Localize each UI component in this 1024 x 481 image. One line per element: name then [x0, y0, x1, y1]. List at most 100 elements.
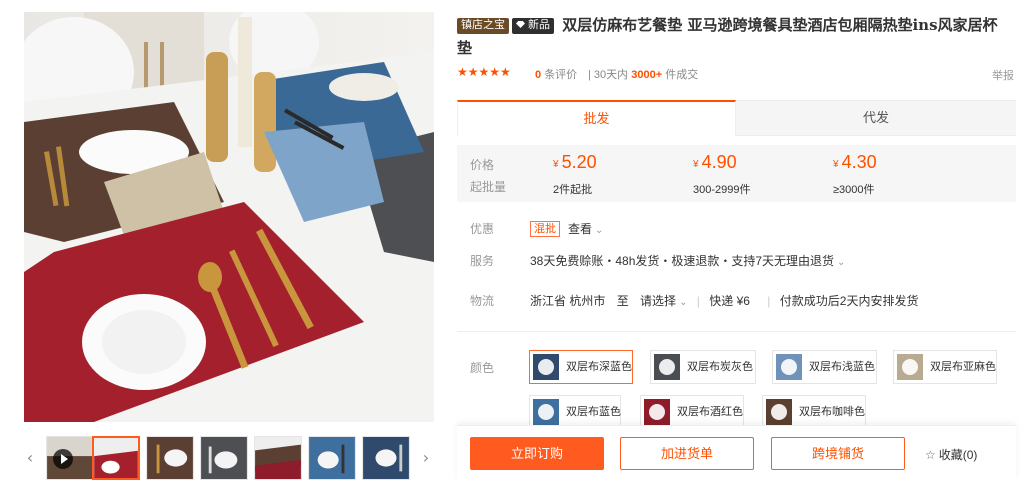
logistics-row: 物流 浙江省 杭州市 至 请选择 ⌄ | 快递 ¥6 | 付款成功后2天内安排发货 — [457, 291, 1017, 311]
thumbnail-image[interactable] — [92, 436, 140, 480]
tier-price: 4.30 — [841, 152, 877, 172]
color-option[interactable]: 双层布蓝色 — [529, 395, 621, 429]
service-body[interactable]: 38天免费赊账・48h发货・极速退款・支持7天无理由退货 ⌄ — [530, 251, 845, 273]
add-to-cart-button[interactable]: 加进货单 — [620, 437, 754, 470]
price-panel: 价格 起批量 ¥5.20 2件起批 ¥4.90 300-2999件 ¥4.30 … — [457, 145, 1016, 202]
color-swatch — [897, 354, 923, 380]
buy-now-button[interactable]: 立即订购 — [470, 437, 604, 470]
tab-wholesale[interactable]: 批发 — [457, 100, 736, 136]
chevron-down-icon: ⌄ — [679, 297, 688, 308]
destination-value: 请选择 — [640, 294, 677, 308]
color-option[interactable]: 双层布亚麻色 — [893, 350, 997, 384]
color-label: 颜色 — [470, 361, 495, 375]
review-count-value: 0 — [535, 69, 542, 81]
color-swatch — [533, 399, 559, 425]
color-option-label: 双层布咖啡色 — [799, 406, 865, 418]
tier-price: 4.90 — [701, 152, 737, 172]
thumbnail-image[interactable] — [146, 436, 194, 480]
review-count[interactable]: 0 条评价 — [535, 66, 577, 82]
thumbnail-image[interactable] — [200, 436, 248, 480]
tier-price: 5.20 — [561, 152, 597, 172]
ship-from: 浙江省 杭州市 — [530, 294, 606, 308]
divider: | — [696, 294, 700, 308]
color-option-label: 双层布亚麻色 — [930, 361, 996, 373]
color-option[interactable]: 双层布酒红色 — [640, 395, 744, 429]
sales-count: | 30天内 3000+ 件成交 — [588, 69, 699, 81]
product-detail-page: ‹ › 镇店之宝 新品 双层仿麻布艺餐垫 亚马逊跨境餐具垫酒店包厢隔热垫ins风家… — [0, 0, 1024, 481]
color-option-label: 双层布深蓝色 — [566, 361, 632, 373]
tier-quantity: 300-2999件 — [693, 184, 751, 196]
view-promotion-link[interactable]: 查看 ⌄ — [568, 222, 603, 236]
price-tier: ¥4.90 300-2999件 — [693, 150, 751, 197]
play-icon — [53, 449, 73, 469]
promotion-label: 优惠 — [470, 222, 495, 236]
price-tier: ¥5.20 2件起批 — [553, 150, 597, 197]
tier-quantity: ≥3000件 — [833, 184, 875, 196]
service-text: 38天免费赊账・48h发货・极速退款・支持7天无理由退货 — [530, 254, 835, 268]
new-badge: 新品 — [512, 18, 554, 34]
chevron-down-icon: ⌄ — [837, 257, 846, 268]
thumbnail-image[interactable] — [308, 436, 356, 480]
color-option[interactable]: 双层布咖啡色 — [762, 395, 866, 429]
new-badge-label: 新品 — [528, 19, 550, 31]
color-option-label: 双层布酒红色 — [677, 406, 743, 418]
promotion-body: 混批 查看 ⌄ — [530, 219, 603, 241]
cross-border-button[interactable]: 跨境铺货 — [771, 437, 905, 470]
color-option-label: 双层布炭灰色 — [687, 361, 753, 373]
divider: | — [767, 294, 771, 308]
chevron-right-icon[interactable]: › — [420, 450, 432, 466]
moq-label: 起批量 — [470, 180, 507, 194]
color-option[interactable]: 双层布深蓝色 — [529, 350, 633, 384]
color-option[interactable]: 双层布浅蓝色 — [772, 350, 877, 384]
tab-dropship[interactable]: 代发 — [736, 100, 1016, 136]
thumbnail-image[interactable] — [362, 436, 410, 480]
thumbnail-strip: ‹ › — [24, 436, 434, 480]
sales-suffix: 件成交 — [665, 69, 699, 81]
promotion-row: 优惠 混批 查看 ⌄ — [457, 219, 1017, 239]
color-option-label: 双层布蓝色 — [566, 406, 621, 418]
main-product-image[interactable] — [24, 12, 434, 422]
product-title-block: 镇店之宝 新品 双层仿麻布艺餐垫 亚马逊跨境餐具垫酒店包厢隔热垫ins风家居杯垫 — [457, 14, 1002, 60]
service-row: 服务 38天免费赊账・48h发货・极速退款・支持7天无理由退货 ⌄ — [457, 251, 1017, 271]
mixed-batch-tag: 混批 — [530, 221, 560, 237]
thumbnail-video[interactable] — [46, 436, 94, 480]
currency-symbol: ¥ — [693, 159, 699, 170]
thumbnail-image[interactable] — [254, 436, 302, 480]
color-swatch — [654, 354, 680, 380]
diamond-icon — [516, 21, 525, 28]
color-swatch — [776, 354, 802, 380]
treasure-badge: 镇店之宝 — [457, 18, 509, 34]
color-option[interactable]: 双层布炭灰色 — [650, 350, 756, 384]
star-outline-icon: ☆ — [925, 448, 936, 462]
review-count-suffix: 条评价 — [544, 69, 578, 81]
chevron-down-icon: ⌄ — [595, 225, 604, 236]
sales-value: 3000+ — [631, 69, 663, 81]
currency-symbol: ¥ — [553, 159, 559, 170]
ship-to-word: 至 — [616, 294, 629, 308]
tier-quantity: 2件起批 — [553, 184, 593, 196]
section-divider — [457, 331, 1016, 332]
star-rating-icon: ★★★★★ — [457, 65, 511, 79]
color-option-label: 双层布浅蓝色 — [809, 361, 875, 373]
color-swatch — [533, 354, 559, 380]
favorite-label: 收藏(0) — [938, 448, 978, 462]
view-promotion-label: 查看 — [568, 222, 593, 236]
color-swatch — [766, 399, 792, 425]
rating-row: ★★★★★ 0 条评价 | 30天内 3000+ 件成交 举报 — [457, 65, 1017, 83]
report-link[interactable]: 举报 — [992, 67, 1014, 83]
action-bar: 立即订购 加进货单 跨境铺货 ☆ 收藏(0) — [457, 425, 1016, 481]
sales-prefix: 30天内 — [593, 69, 629, 81]
logistics-label: 物流 — [470, 294, 495, 308]
chevron-left-icon[interactable]: ‹ — [24, 450, 36, 466]
shipping-fee: 快递 ¥6 — [709, 294, 750, 308]
currency-symbol: ¥ — [833, 159, 839, 170]
destination-select[interactable]: 请选择 ⌄ — [640, 294, 687, 308]
price-label: 价格 — [470, 158, 495, 172]
favorite-button[interactable]: ☆ 收藏(0) — [925, 446, 977, 463]
price-tier: ¥4.30 ≥3000件 — [833, 150, 877, 197]
logistics-body: 浙江省 杭州市 至 请选择 ⌄ | 快递 ¥6 | 付款成功后2天内安排发货 — [530, 291, 918, 313]
color-swatch — [644, 399, 670, 425]
purchase-mode-tabs: 批发 代发 — [457, 100, 1016, 136]
dispatch-note: 付款成功后2天内安排发货 — [779, 294, 919, 308]
service-label: 服务 — [470, 254, 495, 268]
